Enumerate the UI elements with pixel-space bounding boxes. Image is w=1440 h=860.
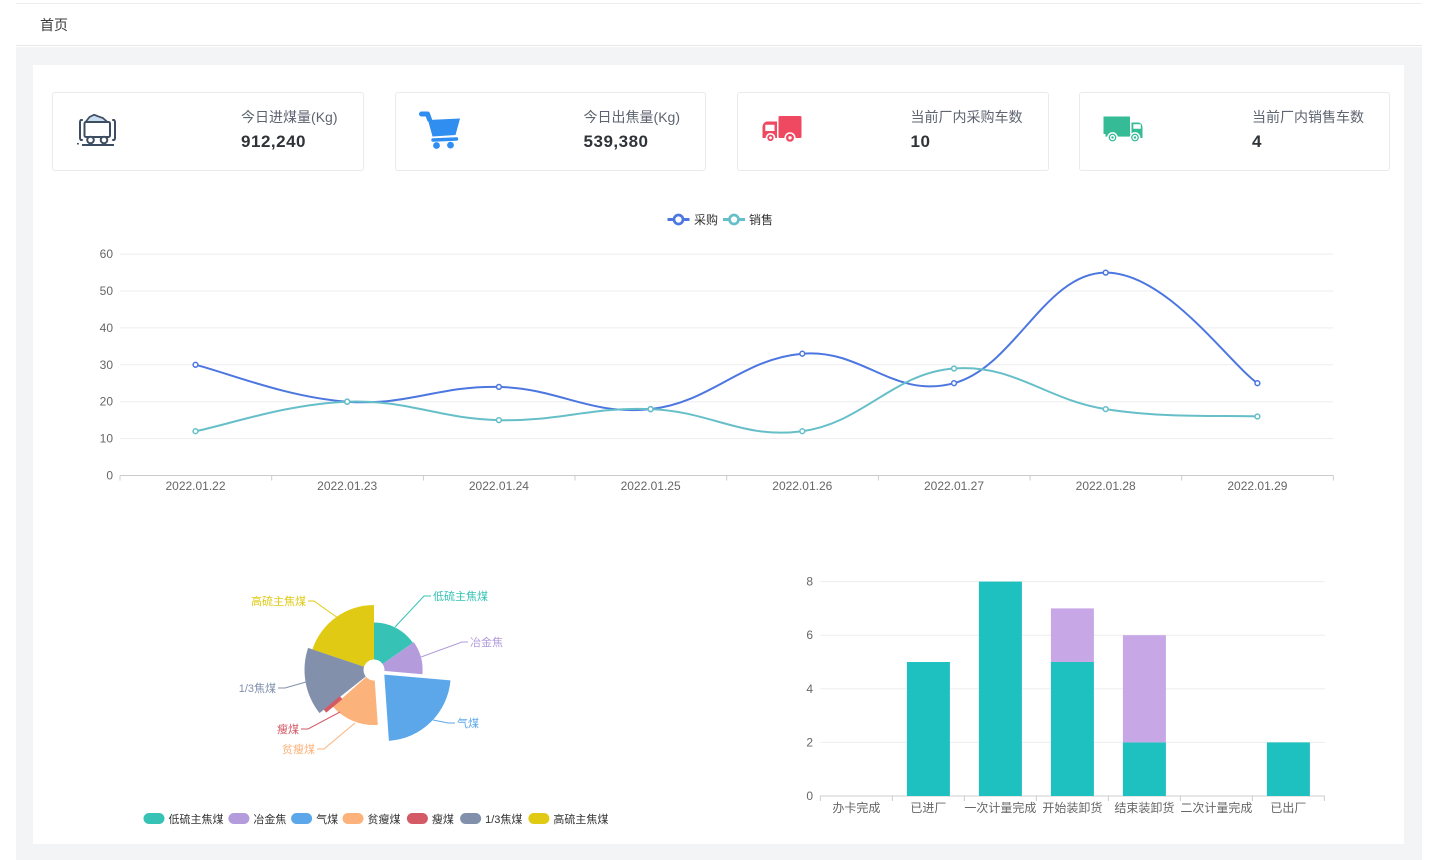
svg-text:低硫主焦煤: 低硫主焦煤: [169, 812, 224, 826]
svg-text:结束装卸货: 结束装卸货: [1114, 800, 1174, 815]
svg-text:已出厂: 已出厂: [1270, 801, 1306, 815]
svg-text:冶金焦: 冶金焦: [470, 635, 503, 649]
svg-text:2022.01.23: 2022.01.23: [317, 479, 377, 493]
svg-text:2022.01.24: 2022.01.24: [469, 479, 529, 493]
svg-text:气煤: 气煤: [316, 812, 338, 826]
svg-text:20: 20: [100, 395, 114, 409]
svg-text:6: 6: [806, 628, 813, 642]
svg-text:40: 40: [100, 321, 114, 335]
svg-text:采购: 采购: [694, 212, 718, 227]
svg-text:高硫主焦煤: 高硫主焦煤: [553, 812, 608, 826]
svg-text:高硫主焦煤: 高硫主焦煤: [251, 594, 306, 608]
svg-text:2022.01.29: 2022.01.29: [1227, 479, 1287, 493]
svg-text:一次计量完成: 一次计量完成: [964, 800, 1036, 815]
svg-text:已进厂: 已进厂: [910, 801, 946, 815]
svg-text:0: 0: [806, 789, 813, 803]
svg-text:1/3焦煤: 1/3焦煤: [239, 682, 276, 695]
svg-text:1/3焦煤: 1/3焦煤: [485, 813, 522, 826]
svg-text:0: 0: [106, 469, 113, 483]
svg-text:二次计量完成: 二次计量完成: [1180, 800, 1252, 815]
svg-text:销售: 销售: [749, 212, 773, 227]
svg-text:低硫主焦煤: 低硫主焦煤: [433, 589, 488, 603]
svg-text:2022.01.25: 2022.01.25: [621, 479, 681, 493]
svg-text:30: 30: [100, 358, 114, 372]
svg-text:10: 10: [100, 432, 114, 446]
svg-text:瘦煤: 瘦煤: [277, 722, 299, 736]
svg-text:冶金焦: 冶金焦: [253, 812, 286, 826]
svg-text:瘦煤: 瘦煤: [432, 812, 454, 826]
svg-text:办卡完成: 办卡完成: [832, 800, 880, 815]
svg-text:2022.01.27: 2022.01.27: [924, 479, 984, 493]
svg-text:贫瘦煤: 贫瘦煤: [368, 812, 401, 826]
svg-text:8: 8: [806, 575, 813, 589]
svg-text:2022.01.26: 2022.01.26: [772, 479, 832, 493]
svg-text:开始装卸货: 开始装卸货: [1042, 800, 1102, 815]
svg-text:2: 2: [806, 735, 813, 749]
svg-text:2022.01.28: 2022.01.28: [1076, 479, 1136, 493]
svg-text:气煤: 气煤: [457, 716, 479, 730]
svg-text:贫瘦煤: 贫瘦煤: [282, 742, 315, 756]
svg-text:50: 50: [100, 284, 114, 298]
svg-text:60: 60: [100, 247, 114, 261]
svg-text:4: 4: [806, 682, 813, 696]
svg-text:2022.01.22: 2022.01.22: [165, 479, 225, 493]
